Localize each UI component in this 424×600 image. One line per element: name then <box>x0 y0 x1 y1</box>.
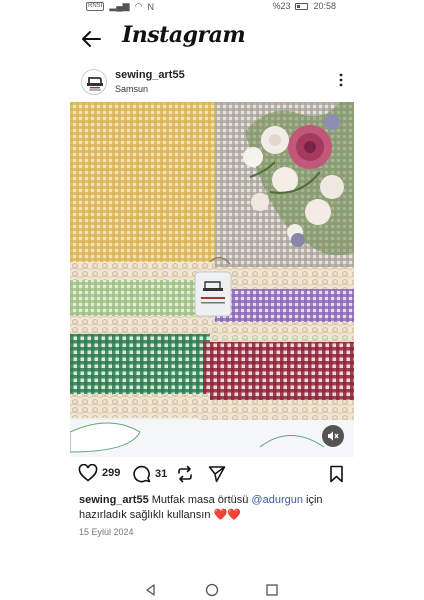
sim-chip: RNSI <box>86 2 105 11</box>
comment-icon[interactable] <box>132 464 151 483</box>
post-header: sewing_art55 Samsun <box>78 64 350 100</box>
comment-action[interactable]: 31 <box>132 464 167 483</box>
caption-emoji: ❤️❤️ <box>213 509 241 521</box>
battery-percent: %23 <box>272 1 291 11</box>
clock: 20:58 <box>313 1 336 11</box>
comment-count: 31 <box>155 467 168 480</box>
post-username[interactable]: sewing_art55 <box>115 69 185 81</box>
post-date: 15 Eylül 2024 <box>79 527 134 537</box>
post-photo[interactable] <box>70 102 354 457</box>
like-count: 299 <box>102 467 121 479</box>
status-right: %23 20:58 <box>272 1 336 11</box>
heart-icon[interactable] <box>78 464 98 482</box>
app-header: Instagram <box>0 18 424 58</box>
like-action[interactable]: 299 <box>78 464 120 482</box>
battery-icon <box>295 2 309 10</box>
post-actions: 299 31 <box>78 464 350 488</box>
status-bar: RNSI ▂▄▆ ◠ N %23 20:58 <box>0 0 424 14</box>
mute-button[interactable] <box>322 425 344 447</box>
mustard-tablecloth <box>70 102 215 267</box>
nfc-icon: N <box>147 1 154 12</box>
green-tablecloth <box>70 334 210 396</box>
nav-home-icon[interactable] <box>205 583 219 597</box>
nav-back-icon[interactable] <box>144 583 158 597</box>
post-caption: sewing_art55 Mutfak masa örtüsü @adurgun… <box>79 493 351 523</box>
repost-icon[interactable] <box>176 465 194 483</box>
wifi-icon: ◠ <box>134 1 143 11</box>
avatar[interactable] <box>81 69 107 95</box>
tablecloth-photo <box>70 102 354 457</box>
caption-mention[interactable]: @adurgun <box>251 494 303 506</box>
more-vertical-icon[interactable] <box>336 72 346 88</box>
caption-username[interactable]: sewing_art55 <box>79 494 149 506</box>
bookmark-icon[interactable] <box>329 465 344 483</box>
signal-icon: ▂▄▆ <box>109 1 130 11</box>
caption-text-part1: Mutfak masa örtüsü <box>151 494 249 506</box>
light-green-tablecloth <box>70 280 215 318</box>
app-title: Instagram <box>122 22 246 48</box>
nav-recents-icon[interactable] <box>265 583 279 597</box>
system-nav-bar <box>0 580 424 600</box>
status-left: RNSI ▂▄▆ ◠ N <box>86 1 154 12</box>
post-location[interactable]: Samsun <box>115 84 148 94</box>
burgundy-tablecloth <box>203 342 354 402</box>
arrow-left-icon[interactable] <box>78 28 104 50</box>
muted-speaker-icon <box>328 431 339 441</box>
send-icon[interactable] <box>208 465 226 483</box>
sewing-machine-logo-icon <box>87 77 103 91</box>
